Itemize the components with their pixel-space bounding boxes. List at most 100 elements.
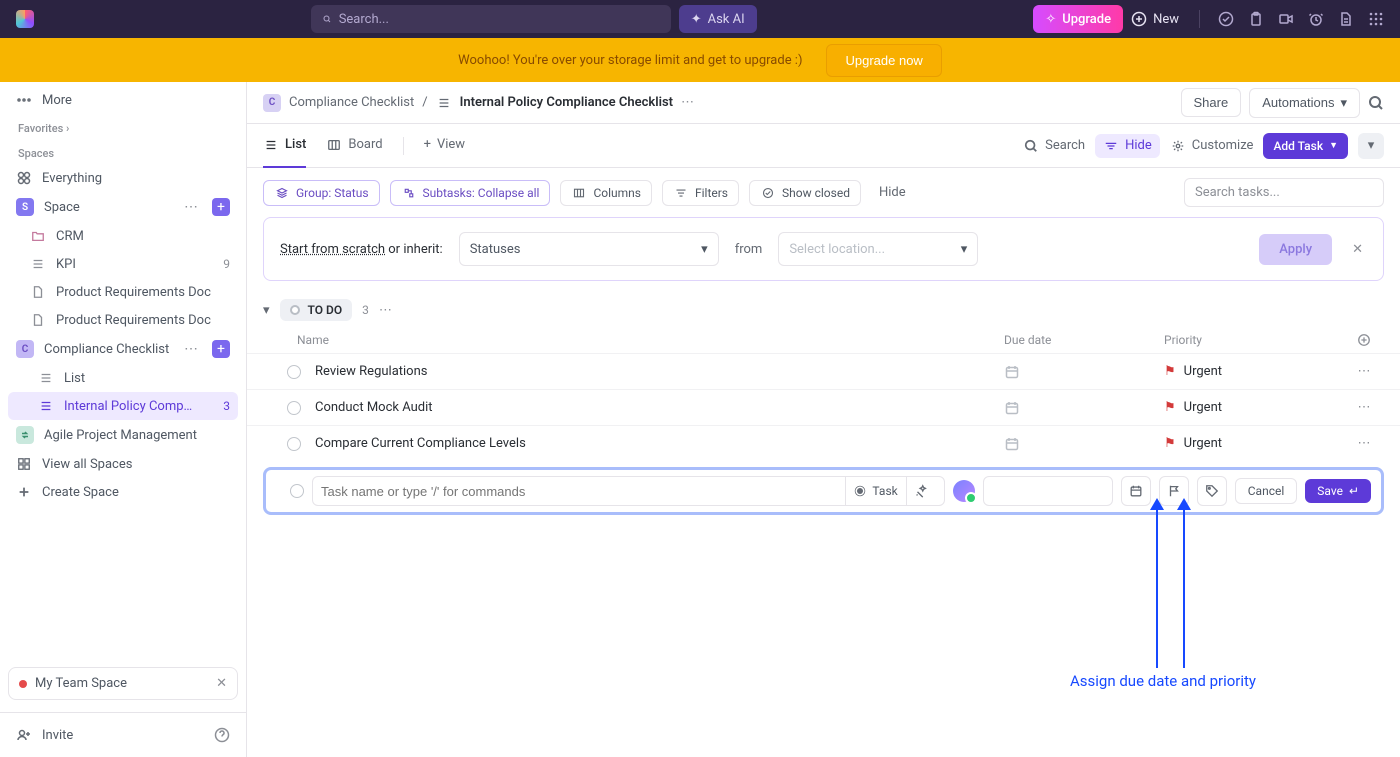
sidebar-item-everything[interactable]: Everything	[8, 164, 238, 192]
hide-link[interactable]: Hide	[871, 185, 914, 200]
save-button[interactable]: Save ↵	[1305, 479, 1371, 503]
clipboard-icon[interactable]	[1248, 11, 1264, 27]
columns-chip[interactable]: Columns	[560, 180, 652, 206]
team-space-chip[interactable]: My Team Space ✕	[8, 667, 238, 700]
task-title[interactable]: Compare Current Compliance Levels	[315, 436, 1004, 451]
plus-icon[interactable]: +	[212, 340, 230, 358]
sidebar-item-list[interactable]: List	[8, 364, 238, 392]
plus-icon[interactable]: +	[212, 198, 230, 216]
row-more-button[interactable]: ⋯	[1344, 436, 1384, 451]
group-chip-label: Group: Status	[296, 186, 369, 200]
customize-button[interactable]: Customize	[1170, 138, 1254, 154]
collapse-icon[interactable]: ▾	[263, 303, 270, 318]
due-date-button[interactable]	[1121, 476, 1151, 506]
more-icon[interactable]: ⋯	[184, 341, 198, 357]
add-column-button[interactable]	[1344, 333, 1384, 347]
columns-icon	[571, 185, 587, 201]
table-row[interactable]: Review Regulations ⚑Urgent ⋯	[247, 353, 1400, 389]
alarm-icon[interactable]	[1308, 11, 1324, 27]
task-title[interactable]: Review Regulations	[315, 364, 1004, 379]
group-chip[interactable]: Group: Status	[263, 180, 380, 206]
priority-cell[interactable]: ⚑Urgent	[1164, 400, 1344, 415]
banner-upgrade-button[interactable]: Upgrade now	[826, 44, 941, 77]
hide-button[interactable]: Hide	[1095, 134, 1160, 158]
sidebar-item-prd2[interactable]: Product Requirements Doc	[8, 306, 238, 334]
new-task-input[interactable]	[321, 484, 845, 499]
doc-icon[interactable]	[1338, 11, 1354, 27]
check-circle-icon[interactable]	[1218, 11, 1234, 27]
global-search[interactable]: Search...	[311, 5, 671, 33]
assignee-avatar[interactable]	[953, 480, 975, 502]
breadcrumb-folder[interactable]: Compliance Checklist	[289, 95, 414, 110]
tag-button[interactable]	[1197, 476, 1227, 506]
start-scratch-link[interactable]: Start from scratch	[280, 242, 385, 257]
favorites-section[interactable]: Favorites ›	[8, 114, 238, 139]
sidebar-item-more[interactable]: More	[8, 86, 238, 114]
status-circle-icon[interactable]	[287, 437, 301, 451]
magic-wand-button[interactable]	[906, 477, 936, 505]
breadcrumb-list[interactable]: Internal Policy Compliance Checklist	[460, 95, 673, 110]
apps-grid-icon[interactable]	[1368, 11, 1384, 27]
statuses-select[interactable]: Statuses ▾	[459, 232, 719, 266]
view-search[interactable]: Search	[1023, 138, 1085, 154]
table-row[interactable]: Conduct Mock Audit ⚑Urgent ⋯	[247, 389, 1400, 425]
table-row[interactable]: Compare Current Compliance Levels ⚑Urgen…	[247, 425, 1400, 461]
tab-board[interactable]: Board	[326, 124, 382, 168]
sidebar-item-compliance[interactable]: C Compliance Checklist ⋯ +	[8, 334, 238, 364]
show-closed-chip[interactable]: Show closed	[749, 180, 861, 206]
subtasks-chip[interactable]: Subtasks: Collapse all	[390, 180, 551, 206]
due-date-cell[interactable]	[1004, 400, 1164, 416]
sidebar-item-viewall[interactable]: View all Spaces	[8, 450, 238, 478]
share-button[interactable]: Share	[1181, 88, 1242, 117]
search-tasks-input[interactable]: Search tasks...	[1184, 178, 1384, 207]
annotation-arrow-2	[1183, 508, 1185, 668]
close-icon[interactable]: ✕	[216, 676, 227, 691]
filters-chip[interactable]: Filters	[662, 180, 739, 206]
tab-list[interactable]: List	[263, 124, 306, 168]
new-button[interactable]: New	[1131, 11, 1179, 27]
app-logo[interactable]	[16, 10, 34, 28]
task-title[interactable]: Conduct Mock Audit	[315, 400, 1004, 415]
check-circle-icon	[760, 185, 776, 201]
add-task-button[interactable]: Add Task ▼	[1263, 133, 1348, 159]
col-priority[interactable]: Priority	[1164, 333, 1344, 347]
sidebar-item-internal-policy[interactable]: Internal Policy Compli... 3	[8, 392, 238, 420]
status-circle-icon[interactable]	[290, 484, 304, 498]
priority-cell[interactable]: ⚑Urgent	[1164, 436, 1344, 451]
sidebar-item-prd1[interactable]: Product Requirements Doc	[8, 278, 238, 306]
col-name[interactable]: Name	[287, 333, 1004, 347]
cancel-button[interactable]: Cancel	[1235, 478, 1298, 504]
due-date-cell[interactable]	[1004, 364, 1164, 380]
sidebar-item-agile[interactable]: Agile Project Management	[8, 420, 238, 450]
sidebar-item-crm[interactable]: CRM	[8, 222, 238, 250]
sidebar-item-kpi[interactable]: KPI 9	[8, 250, 238, 278]
ask-ai-button[interactable]: ✦ Ask AI	[679, 5, 757, 33]
apply-button[interactable]: Apply	[1259, 234, 1332, 265]
expand-button[interactable]: ▾	[1358, 133, 1384, 159]
tab-add-view[interactable]: + View	[424, 124, 466, 168]
row-more-button[interactable]: ⋯	[1344, 400, 1384, 415]
due-date-cell[interactable]	[1004, 436, 1164, 452]
more-icon[interactable]: ⋯	[681, 95, 694, 110]
col-due[interactable]: Due date	[1004, 333, 1164, 347]
priority-cell[interactable]: ⚑Urgent	[1164, 364, 1344, 379]
status-circle-icon[interactable]	[287, 401, 301, 415]
sidebar-item-create-space[interactable]: Create Space	[8, 478, 238, 506]
sidebar-item-invite[interactable]: Invite	[8, 721, 238, 749]
status-circle-icon[interactable]	[287, 365, 301, 379]
help-icon[interactable]	[214, 727, 230, 743]
close-icon[interactable]: ✕	[1348, 238, 1367, 261]
task-type-pill[interactable]: Task	[845, 477, 905, 505]
row-more-button[interactable]: ⋯	[1344, 364, 1384, 379]
upgrade-button[interactable]: ✧ Upgrade	[1033, 5, 1123, 33]
group-count: 3	[362, 303, 369, 317]
location-select[interactable]: Select location... ▾	[778, 232, 978, 266]
search-icon[interactable]	[1368, 95, 1384, 111]
breadcrumb-bar: C Compliance Checklist / Internal Policy…	[247, 82, 1400, 124]
video-icon[interactable]	[1278, 11, 1294, 27]
more-icon[interactable]: ⋯	[184, 199, 198, 215]
automations-button[interactable]: Automations ▾	[1249, 88, 1360, 118]
more-icon[interactable]: ⋯	[379, 303, 392, 318]
sidebar-item-space[interactable]: S Space ⋯ +	[8, 192, 238, 222]
status-pill[interactable]: TO DO	[280, 299, 353, 321]
